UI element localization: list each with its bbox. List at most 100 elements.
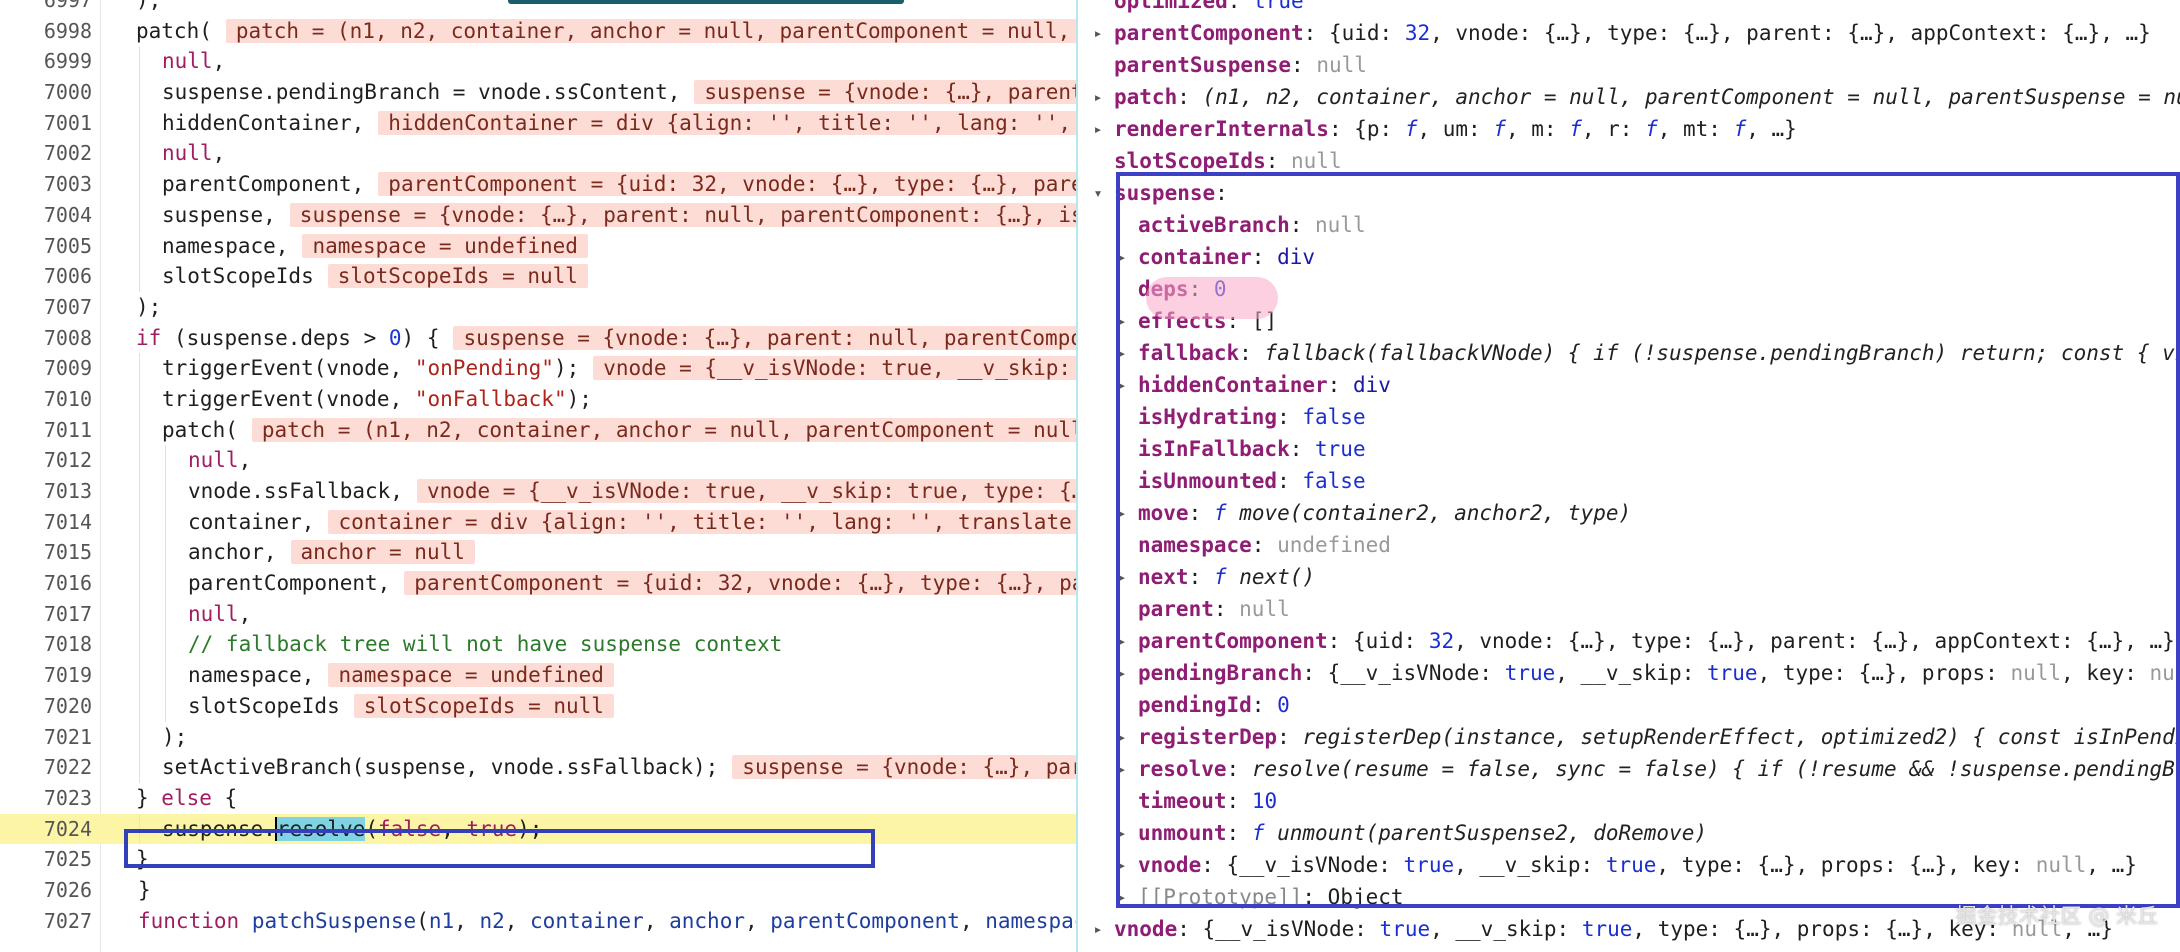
indent-guide	[139, 598, 140, 630]
property-key: parentSuspense	[1114, 53, 1292, 77]
code-line[interactable]: 7012 null,	[0, 445, 1076, 476]
inline-variable-value[interactable]: slotScopeIds = null	[353, 693, 614, 718]
inline-variable-value[interactable]: namespace = undefined	[302, 233, 588, 258]
line-number[interactable]: 7020	[0, 691, 92, 722]
inline-variable-value[interactable]: parentComponent = {uid: 32, vnode: {…}, …	[378, 172, 1076, 197]
code-line[interactable]: 7021);	[0, 721, 1076, 753]
code-line[interactable]: 6999 null,	[0, 46, 1076, 78]
property-entry: parentComponent: {uid: 32, vnode: {…}, t…	[1114, 17, 2151, 49]
inline-variable-value[interactable]: vnode = {__v_isVNode: true, __v_skip: tr…	[416, 479, 1076, 503]
code-line[interactable]: 7027 function patchSuspense(n1, n2, conta…	[0, 906, 1076, 937]
line-number[interactable]: 7024	[0, 814, 92, 845]
code-line[interactable]: 7013 vnode.ssFallback, vnode = {__v_isVNod…	[0, 476, 1076, 507]
scope-property-rendererinternals[interactable]: ▸ rendererInternals: {p: f, um: f, m: f, …	[1078, 113, 2180, 145]
scope-property-parentsuspense[interactable]: parentSuspense: null	[1078, 49, 2180, 81]
code-line[interactable]: 7014 container, container = div {align: ''…	[0, 506, 1076, 538]
line-number[interactable]: 7015	[0, 537, 92, 568]
code-line[interactable]: 7010 triggerEvent(vnode, "onFallback");	[0, 383, 1076, 415]
inline-variable-value[interactable]: namespace = undefined	[328, 663, 614, 688]
line-number[interactable]: 7002	[0, 138, 92, 169]
code-line[interactable]: 7026}	[0, 875, 1076, 906]
line-number[interactable]: 7006	[0, 261, 92, 292]
indent-guide	[165, 445, 166, 476]
line-number[interactable]: 7011	[0, 415, 92, 446]
inline-variable-value[interactable]: slotScopeIds = null	[327, 264, 588, 289]
scope-property-patch[interactable]: ▸ patch: (n1, n2, container, anchor = nul…	[1078, 81, 2180, 113]
scope-property-optimized[interactable]: optimized: true	[1078, 0, 2180, 17]
code-line[interactable]: 7009 triggerEvent(vnode, "onPending"); vno…	[0, 353, 1076, 384]
line-number[interactable]: 7019	[0, 660, 92, 691]
expand-triangle-open-icon[interactable]: ▾	[1092, 177, 1104, 209]
inline-variable-value[interactable]: patch = (n1, n2, container, anchor = nul…	[225, 18, 1076, 43]
code-line[interactable]: 7002 null,	[0, 138, 1076, 170]
inline-variable-value[interactable]: suspense = {vnode: {…}, parent: null, pa…	[694, 80, 1076, 105]
code-text: vnode.ssFallback, vnode = {__v_isVNode: t…	[188, 476, 1076, 507]
line-number[interactable]: 7018	[0, 629, 92, 660]
inline-variable-value[interactable]: container = div {align: '', title: '', l…	[328, 509, 1076, 534]
line-number[interactable]: 7014	[0, 507, 92, 538]
code-line[interactable]: 7001 hiddenContainer, hiddenContainer = di…	[0, 107, 1076, 139]
line-number[interactable]: 7022	[0, 752, 92, 783]
code-line[interactable]: 7008 if (suspense.deps > 0) {suspense = {…	[0, 323, 1076, 354]
code-line[interactable]: 6998 patch(patch = (n1, n2, container, an…	[0, 16, 1076, 47]
line-number[interactable]: 7012	[0, 445, 92, 476]
line-number[interactable]: 7021	[0, 722, 92, 753]
code-line[interactable]: 7006 slotScopeIds slotScopeIds = null	[0, 261, 1076, 292]
code-text: parentComponent, parentComponent = {uid: …	[188, 568, 1076, 599]
code-text: function patchSuspense(n1, n2, container…	[138, 908, 1076, 933]
code-line[interactable]: 7018 // fallback tree will not have suspe…	[0, 629, 1076, 661]
line-number[interactable]: 7000	[0, 77, 92, 108]
code-line[interactable]: 7023} else {	[0, 783, 1076, 814]
code-line[interactable]: 7011 patch(patch = (n1, n2, container, an…	[0, 414, 1076, 446]
inline-variable-value[interactable]: suspense = {vnode: {…}, parent: null, pa…	[289, 202, 1076, 227]
line-number[interactable]: 7008	[0, 323, 92, 354]
line-number[interactable]: 7023	[0, 783, 92, 814]
line-number[interactable]: 7017	[0, 599, 92, 630]
indent-guide	[165, 598, 166, 630]
inline-variable-value[interactable]: suspense = {vnode: {…}, parent: null, pa…	[453, 325, 1076, 350]
line-number[interactable]: 7027	[0, 906, 92, 937]
expand-triangle-closed-icon[interactable]: ▸	[1092, 17, 1104, 49]
inline-variable-value[interactable]: vnode = {__v_isVNode: true, __v_skip: tr…	[593, 356, 1076, 381]
code-line[interactable]: 7005 namespace, namespace = undefined	[0, 230, 1076, 262]
code-editor[interactable]: 6997); 6998 patch(patch = (n1, n2, contain…	[0, 0, 1076, 952]
inline-variable-value[interactable]: anchor = null	[290, 540, 475, 565]
line-number[interactable]: 6999	[0, 46, 92, 77]
code-line[interactable]: 7003 parentComponent, parentComponent = {u…	[0, 169, 1076, 200]
code-line[interactable]: 7020 slotScopeIds slotScopeIds = null	[0, 690, 1076, 722]
line-number[interactable]: 7026	[0, 875, 92, 906]
expand-triangle-closed-icon[interactable]: ▸	[1092, 113, 1104, 145]
indent-guide	[139, 629, 140, 661]
code-line[interactable]: 7007);	[0, 292, 1076, 323]
indent-guide	[139, 138, 140, 170]
code-line[interactable]: 7004 suspense, suspense = {vnode: {…}, par…	[0, 199, 1076, 231]
line-number[interactable]: 7013	[0, 476, 92, 507]
indent-guide	[139, 46, 140, 78]
line-number[interactable]: 7025	[0, 844, 92, 875]
line-number[interactable]: 7010	[0, 384, 92, 415]
code-line[interactable]: 7017 null,	[0, 598, 1076, 630]
property-value: (n1, n2, container, anchor = null, paren…	[1202, 85, 2180, 109]
expand-triangle-closed-icon[interactable]: ▸	[1092, 81, 1104, 113]
line-number[interactable]: 6998	[0, 16, 92, 47]
line-number[interactable]: 6997	[0, 0, 92, 16]
code-line[interactable]: 7015 anchor, anchor = null	[0, 537, 1076, 569]
indent-guide	[139, 721, 140, 753]
inline-variable-value[interactable]: parentComponent = {uid: 32, vnode: {…}, …	[404, 571, 1076, 596]
line-number[interactable]: 7001	[0, 108, 92, 139]
line-number[interactable]: 7007	[0, 292, 92, 323]
code-line[interactable]: 7022 setActiveBranch(suspense, vnode.ssFa…	[0, 752, 1076, 783]
expand-triangle-closed-icon[interactable]: ▸	[1092, 913, 1104, 945]
inline-variable-value[interactable]: patch = (n1, n2, container, anchor = nul…	[251, 417, 1076, 442]
line-number[interactable]: 7004	[0, 200, 92, 231]
line-number[interactable]: 7005	[0, 231, 92, 262]
code-line[interactable]: 7016 parentComponent, parentComponent = {u…	[0, 568, 1076, 599]
code-line[interactable]: 7019 namespace, namespace = undefined	[0, 660, 1076, 691]
line-number[interactable]: 7003	[0, 169, 92, 200]
scope-property-parentcomponent[interactable]: ▸ parentComponent: {uid: 32, vnode: {…}, …	[1078, 17, 2180, 49]
code-line[interactable]: 7000 suspense.pendingBranch = vnode.ssCon…	[0, 77, 1076, 108]
line-number[interactable]: 7016	[0, 568, 92, 599]
inline-variable-value[interactable]: suspense = {vnode: {…}, parent: null	[732, 755, 1076, 780]
inline-variable-value[interactable]: hiddenContainer = div {align: '', title:…	[378, 110, 1076, 135]
line-number[interactable]: 7009	[0, 353, 92, 384]
